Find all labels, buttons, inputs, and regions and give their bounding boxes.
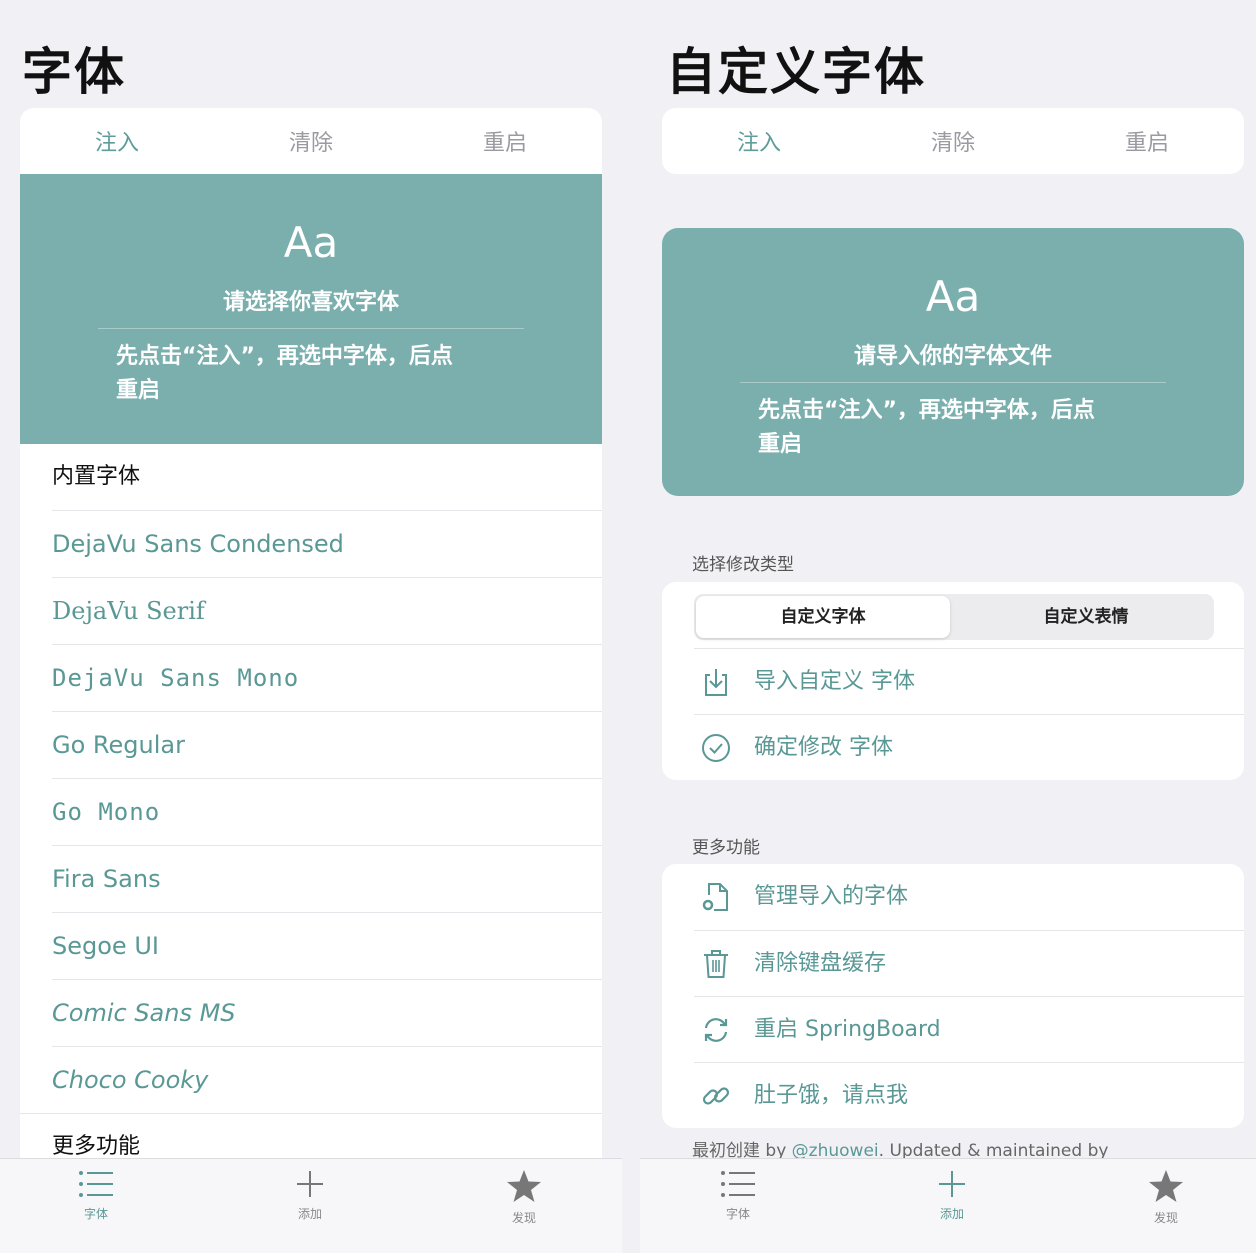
segment-custom-emoji[interactable]: 自定义表情 — [956, 594, 1216, 640]
refresh-icon — [704, 1018, 728, 1042]
row-label: 重启 SpringBoard — [754, 1017, 941, 1042]
bottom-tab-bar: 字体 添加 发现 — [640, 1158, 1256, 1253]
restart-button[interactable]: 重启 — [408, 125, 602, 157]
more-section-label: 更多功能 — [692, 838, 760, 858]
row-label: 导入自定义 字体 — [754, 669, 915, 694]
more-features-header: 更多功能 — [20, 1113, 602, 1158]
inject-button[interactable]: 注入 — [662, 125, 856, 157]
top-action-bar: 注入 清除 重启 — [20, 108, 602, 174]
check-circle-icon — [702, 734, 730, 762]
font-item-comic-sans-ms[interactable]: Comic Sans MS — [52, 979, 602, 1046]
row-label: 肚子饿，请点我 — [754, 1083, 909, 1108]
font-preview-text: Aa — [283, 218, 339, 267]
plus-icon — [297, 1171, 323, 1197]
instruction-line: 先点击“注入”，再选中字体，后点 — [116, 344, 453, 369]
font-item-dejavu-serif[interactable]: DejaVu Serif — [52, 577, 602, 644]
tab-label: 添加 — [297, 1207, 322, 1221]
page-title: 自定义字体 — [666, 43, 926, 101]
font-item-segoe-ui[interactable]: Segoe UI — [52, 912, 602, 979]
banner-instruction: 先点击“注入”，再选中字体，后点 重启 — [116, 340, 522, 408]
row-label: 清除键盘缓存 — [754, 951, 887, 976]
trash-icon — [704, 950, 728, 978]
font-item-go-regular[interactable]: Go Regular — [52, 711, 602, 778]
left-screen: 字体 注入 清除 重启 Aa 请选择你喜欢字体 先点击“注入”，再选中字体，后点… — [0, 0, 622, 1253]
confirm-font-row[interactable]: 确定修改 字体 — [694, 714, 1244, 780]
builtin-fonts-header: 内置字体 — [52, 464, 141, 489]
hungry-link-row[interactable]: 肚子饿，请点我 — [694, 1062, 1244, 1128]
import-font-row[interactable]: 导入自定义 字体 — [694, 648, 1244, 715]
type-section-label: 选择修改类型 — [692, 555, 794, 575]
font-item-fira-sans[interactable]: Fira Sans — [52, 845, 602, 912]
restart-button[interactable]: 重启 — [1050, 125, 1244, 157]
font-item-dejavu-sans-condensed[interactable]: DejaVu Sans Condensed — [52, 510, 602, 577]
banner-instruction: 先点击“注入”，再选中字体，后点 重启 — [758, 394, 1164, 462]
star-icon — [507, 1170, 541, 1202]
banner-divider — [98, 328, 524, 329]
link-icon — [702, 1087, 730, 1105]
list-icon — [721, 1171, 755, 1197]
font-item-choco-cooky[interactable]: Choco Cooky — [52, 1046, 602, 1113]
inject-button[interactable]: 注入 — [20, 125, 214, 157]
more-card: 管理导入的字体 清除键盘缓存 重启 SpringBoard 肚子饿，请点我 — [662, 864, 1244, 1128]
manage-fonts-row[interactable]: 管理导入的字体 — [694, 864, 1244, 930]
star-icon — [1149, 1170, 1183, 1202]
tab-label: 字体 — [83, 1207, 108, 1221]
instruction-line: 先点击“注入”，再选中字体，后点 — [758, 398, 1095, 423]
clear-button[interactable]: 清除 — [214, 125, 408, 157]
right-screen: 自定义字体 注入 清除 重启 Aa 请导入你的字体文件 先点击“注入”，再选中字… — [640, 0, 1256, 1253]
tab-fonts[interactable]: 字体 — [56, 1169, 136, 1222]
font-preview-text: Aa — [925, 272, 981, 321]
tab-add[interactable]: 添加 — [270, 1169, 350, 1222]
row-label: 管理导入的字体 — [754, 884, 909, 909]
instruction-line: 重启 — [758, 432, 803, 457]
clear-button[interactable]: 清除 — [856, 125, 1050, 157]
bottom-tab-bar: 字体 添加 发现 — [0, 1158, 622, 1253]
tab-label: 添加 — [939, 1207, 964, 1221]
tab-fonts[interactable]: 字体 — [698, 1169, 778, 1222]
tab-label: 发现 — [1153, 1211, 1178, 1225]
tab-discover[interactable]: 发现 — [484, 1169, 564, 1226]
banner-subtitle: 请导入你的字体文件 — [853, 344, 1052, 369]
file-gear-icon — [702, 883, 728, 911]
instruction-line: 重启 — [116, 378, 161, 403]
font-list: 内置字体 DejaVu Sans Condensed DejaVu Serif … — [20, 444, 602, 1158]
tab-add[interactable]: 添加 — [912, 1169, 992, 1222]
preview-banner: Aa 请导入你的字体文件 先点击“注入”，再选中字体，后点 重启 — [662, 228, 1244, 496]
plus-icon — [939, 1171, 965, 1197]
preview-banner: Aa 请选择你喜欢字体 先点击“注入”，再选中字体，后点 重启 — [20, 174, 602, 444]
row-label: 确定修改 字体 — [754, 735, 893, 760]
clear-keyboard-cache-row[interactable]: 清除键盘缓存 — [694, 930, 1244, 997]
tab-label: 字体 — [725, 1207, 750, 1221]
restart-springboard-row[interactable]: 重启 SpringBoard — [694, 996, 1244, 1063]
banner-subtitle: 请选择你喜欢字体 — [222, 290, 399, 315]
font-item-go-mono[interactable]: Go Mono — [52, 778, 602, 845]
type-segmented-control: 自定义字体 自定义表情 — [694, 594, 1214, 640]
banner-divider — [740, 382, 1166, 383]
tab-discover[interactable]: 发现 — [1126, 1169, 1206, 1226]
type-card: 自定义字体 自定义表情 导入自定义 字体 确定修改 字体 — [662, 582, 1244, 780]
top-action-bar: 注入 清除 重启 — [662, 108, 1244, 174]
font-item-dejavu-sans-mono[interactable]: DejaVu Sans Mono — [52, 644, 602, 711]
tab-label: 发现 — [511, 1211, 536, 1225]
page-title: 字体 — [22, 43, 126, 101]
import-icon — [705, 669, 727, 696]
segment-custom-font[interactable]: 自定义字体 — [696, 596, 950, 638]
list-icon — [79, 1171, 113, 1197]
